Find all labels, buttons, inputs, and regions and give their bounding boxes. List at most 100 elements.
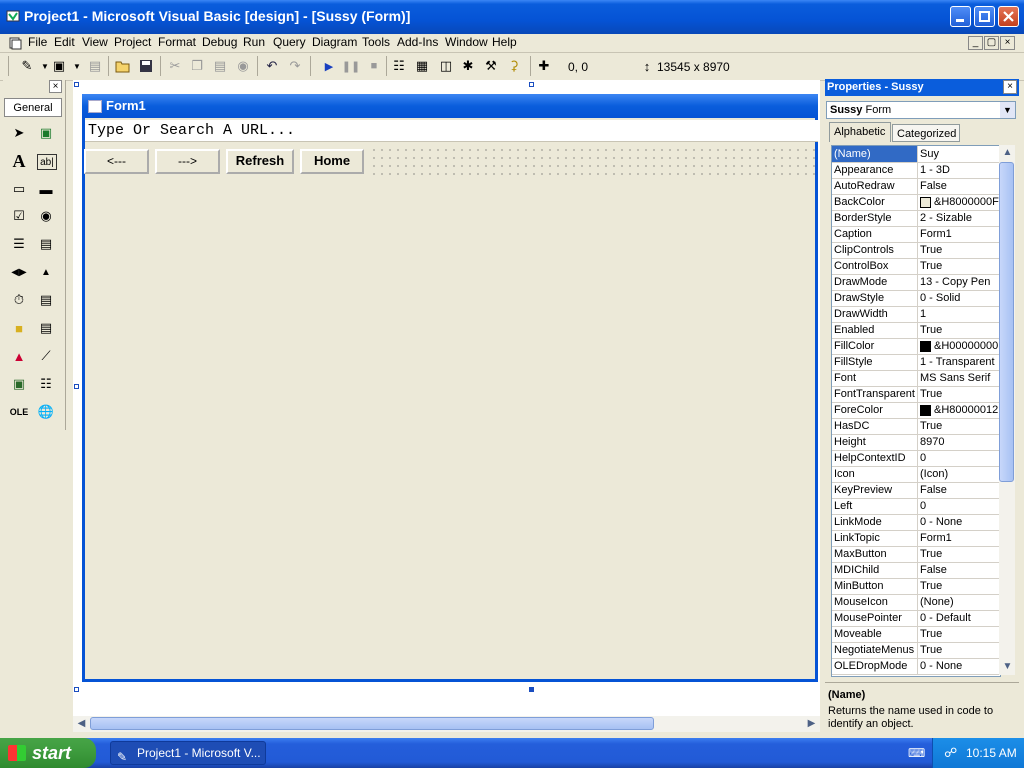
- menu-add-ins[interactable]: Add-Ins: [397, 35, 438, 49]
- property-row[interactable]: FillStyle 1 - Transparent: [832, 354, 999, 371]
- property-row[interactable]: DrawWidth 1: [832, 306, 999, 323]
- property-name[interactable]: ClipControls: [832, 242, 918, 258]
- document-icon[interactable]: [8, 36, 22, 53]
- scroll-left-icon[interactable]: ◀: [74, 717, 89, 731]
- property-name[interactable]: LinkMode: [832, 514, 918, 530]
- property-name[interactable]: NegotiateMenus: [832, 642, 918, 658]
- textbox-tool-icon[interactable]: ab|: [37, 154, 57, 170]
- start-icon[interactable]: ▶: [320, 57, 338, 75]
- property-row[interactable]: DrawMode 13 - Copy Pen: [832, 274, 999, 291]
- picturebox-tool-icon[interactable]: ▣: [35, 122, 57, 144]
- property-value[interactable]: 0: [919, 498, 1000, 514]
- line-tool-icon[interactable]: ⟋: [35, 345, 57, 367]
- home-button[interactable]: Home: [300, 149, 364, 174]
- hscrollbar-tool-icon[interactable]: ◀▶: [8, 261, 30, 283]
- property-name[interactable]: LinkTopic: [832, 530, 918, 546]
- start-button[interactable]: start: [0, 738, 96, 768]
- commandbutton-tool-icon[interactable]: ▬: [35, 178, 57, 200]
- property-row[interactable]: Left 0: [832, 498, 999, 515]
- vscrollbar-tool-icon[interactable]: ▲: [35, 261, 57, 283]
- restore-button[interactable]: [974, 6, 995, 27]
- menu-file[interactable]: File: [28, 35, 47, 49]
- undo-icon[interactable]: ↶: [263, 57, 281, 75]
- toolbox-icon[interactable]: ⚒: [482, 57, 500, 75]
- property-name[interactable]: MaxButton: [832, 546, 918, 562]
- drivelistbox-tool-icon[interactable]: ▤: [35, 289, 57, 311]
- properties-window-icon[interactable]: ▦: [413, 57, 431, 75]
- property-name[interactable]: Height: [832, 434, 918, 450]
- property-name[interactable]: ControlBox: [832, 258, 918, 274]
- title-bar[interactable]: Project1 - Microsoft Visual Basic [desig…: [0, 0, 1024, 34]
- property-row[interactable]: OLEDropMode 0 - None: [832, 658, 999, 675]
- object-selector[interactable]: Sussy Form: [826, 101, 1016, 119]
- resize-handle[interactable]: [74, 384, 79, 389]
- frame-tool-icon[interactable]: ▭: [8, 178, 30, 200]
- property-name[interactable]: MouseIcon: [832, 594, 918, 610]
- property-value[interactable]: True: [919, 626, 1000, 642]
- property-row[interactable]: KeyPreview False: [832, 482, 999, 499]
- property-value[interactable]: Form1: [919, 226, 1000, 242]
- property-name[interactable]: Left: [832, 498, 918, 514]
- url-textbox[interactable]: Type Or Search A URL...: [85, 120, 818, 142]
- menu-project[interactable]: Project: [114, 35, 151, 49]
- property-value[interactable]: 0: [919, 450, 1000, 466]
- property-value[interactable]: 0 - Solid: [919, 290, 1000, 306]
- close-button[interactable]: [998, 6, 1019, 27]
- object-browser-icon[interactable]: ✱: [459, 57, 477, 75]
- checkbox-tool-icon[interactable]: ☑: [8, 205, 30, 227]
- property-value[interactable]: &H00000000: [919, 338, 1000, 354]
- scroll-up-icon[interactable]: ▲: [1000, 146, 1015, 160]
- property-row[interactable]: MouseIcon (None): [832, 594, 999, 611]
- property-name[interactable]: MinButton: [832, 578, 918, 594]
- property-value[interactable]: True: [919, 642, 1000, 658]
- property-value[interactable]: 2 - Sizable: [919, 210, 1000, 226]
- property-row[interactable]: DrawStyle 0 - Solid: [832, 290, 999, 307]
- keyboard-icon[interactable]: ⌨: [908, 746, 925, 760]
- property-name[interactable]: OLEDropMode: [832, 658, 918, 674]
- property-value[interactable]: &H8000000F: [919, 194, 1000, 210]
- property-name[interactable]: Appearance: [832, 162, 918, 178]
- project-explorer-icon[interactable]: ☷: [390, 57, 408, 75]
- mdi-restore-button[interactable]: ▢: [984, 36, 999, 50]
- forward-button[interactable]: --->: [155, 149, 220, 174]
- property-value[interactable]: Form1: [919, 530, 1000, 546]
- property-value[interactable]: False: [919, 178, 1000, 194]
- mdi-close-button[interactable]: ×: [1000, 36, 1015, 50]
- property-name[interactable]: Moveable: [832, 626, 918, 642]
- property-row[interactable]: ClipControls True: [832, 242, 999, 259]
- open-project-icon[interactable]: [114, 57, 132, 75]
- property-value[interactable]: True: [919, 418, 1000, 434]
- property-name[interactable]: FillStyle: [832, 354, 918, 370]
- property-value[interactable]: (Icon): [919, 466, 1000, 482]
- add-form-dropdown-icon[interactable]: ▼: [68, 57, 86, 75]
- property-name[interactable]: (Name): [832, 146, 918, 162]
- menu-format[interactable]: Format: [158, 35, 196, 49]
- property-value[interactable]: 0 - None: [919, 658, 1000, 674]
- ole-tool-icon[interactable]: OLE: [8, 401, 30, 423]
- property-name[interactable]: MousePointer: [832, 610, 918, 626]
- horizontal-scroll-thumb[interactable]: [90, 717, 654, 730]
- property-value[interactable]: False: [919, 562, 1000, 578]
- data-view-icon[interactable]: ⚳: [505, 57, 523, 75]
- back-button[interactable]: <---: [84, 149, 149, 174]
- property-name[interactable]: MDIChild: [832, 562, 918, 578]
- property-name[interactable]: DrawWidth: [832, 306, 918, 322]
- property-row[interactable]: BackColor &H8000000F: [832, 194, 999, 211]
- optionbutton-tool-icon[interactable]: ◉: [35, 205, 57, 227]
- property-value[interactable]: True: [919, 546, 1000, 562]
- redo-icon[interactable]: ↷: [286, 57, 304, 75]
- property-value[interactable]: 0 - Default: [919, 610, 1000, 626]
- menu-edit[interactable]: Edit: [54, 35, 75, 49]
- resize-handle[interactable]: [529, 687, 534, 692]
- filelistbox-tool-icon[interactable]: ▤: [35, 317, 57, 339]
- property-value[interactable]: True: [919, 386, 1000, 402]
- property-row[interactable]: MousePointer 0 - Default: [832, 610, 999, 627]
- property-row[interactable]: (Name) Suy: [832, 146, 999, 163]
- copy-icon[interactable]: ❐: [188, 57, 206, 75]
- property-value[interactable]: &H80000012: [919, 402, 1000, 418]
- resize-handle[interactable]: [529, 82, 534, 87]
- clock[interactable]: 10:15 AM: [966, 746, 1017, 760]
- properties-close-button[interactable]: ×: [1003, 80, 1017, 94]
- toolbox-close-button[interactable]: ×: [49, 80, 62, 93]
- property-name[interactable]: KeyPreview: [832, 482, 918, 498]
